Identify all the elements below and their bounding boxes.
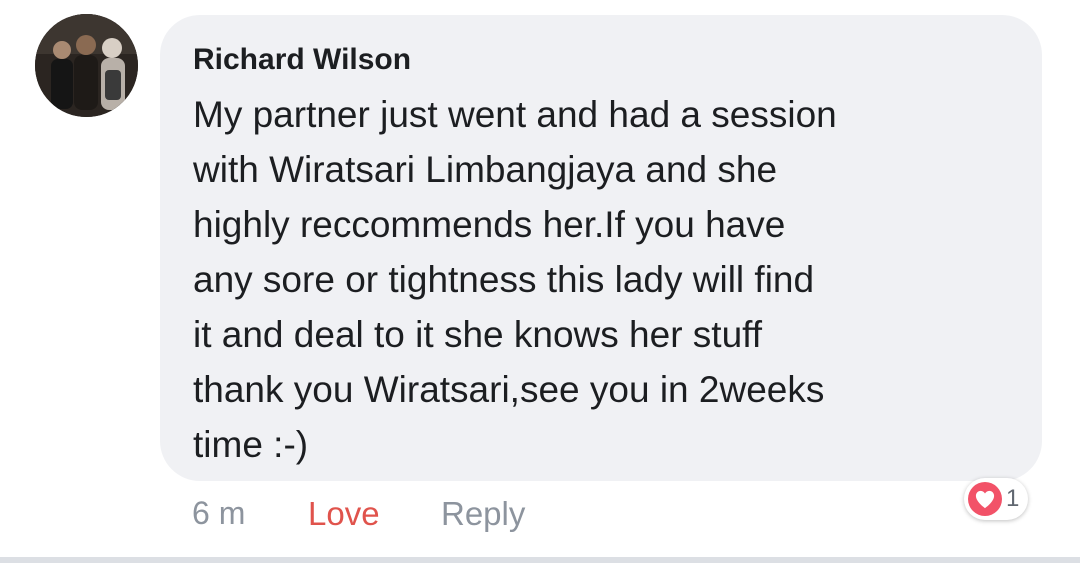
comment-bubble: Richard Wilson My partner just went and … bbox=[160, 15, 1042, 481]
avatar[interactable] bbox=[35, 14, 138, 117]
reaction-count: 1 bbox=[1006, 485, 1020, 512]
reply-button[interactable]: Reply bbox=[441, 495, 525, 533]
divider bbox=[0, 557, 1080, 563]
timestamp[interactable]: 6 m bbox=[192, 495, 245, 532]
reaction-badge[interactable]: 1 bbox=[964, 478, 1029, 520]
love-button[interactable]: Love bbox=[308, 495, 380, 533]
comment-text: My partner just went and had a session w… bbox=[193, 94, 837, 465]
author-name[interactable]: Richard Wilson bbox=[193, 43, 411, 77]
heart-icon bbox=[968, 482, 1002, 516]
